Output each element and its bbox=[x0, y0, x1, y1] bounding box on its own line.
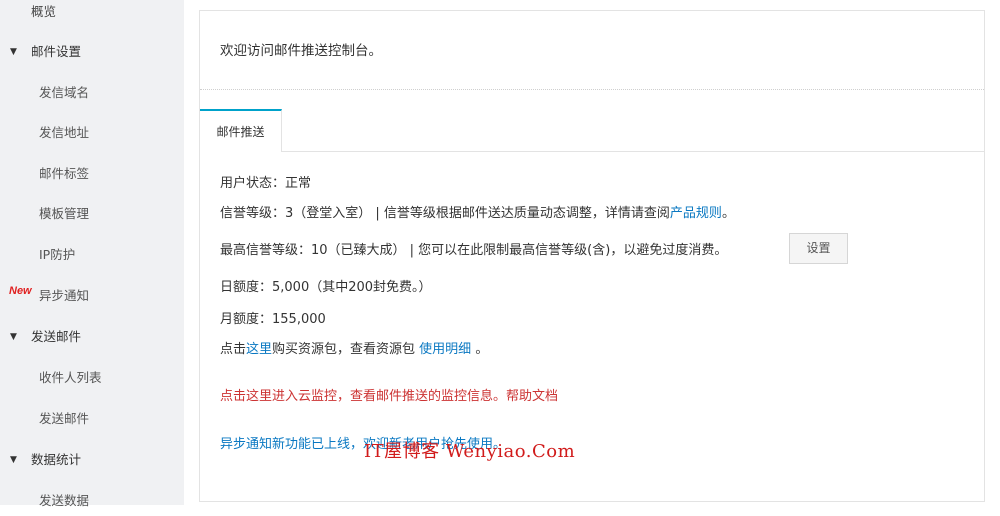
caret-down-icon: ▼ bbox=[10, 332, 17, 342]
max-credit-level: 最高信誉等级：10（已臻大成） | 您可以在此限制最高信誉等级(含)，以避免过度… bbox=[220, 243, 728, 258]
monthly-quota: 月额度：155,000 bbox=[220, 312, 326, 327]
sidebar-item-label: 模板管理 bbox=[39, 206, 90, 221]
sidebar-item-mail-tags[interactable]: 邮件标签 bbox=[0, 159, 184, 189]
usage-detail-link[interactable]: 使用明细 bbox=[419, 342, 471, 357]
credit-level-text: 信誉等级：3（登堂入室） | 信誉等级根据邮件送达质量动态调整，详情请查阅 bbox=[220, 206, 670, 221]
product-rules-link[interactable]: 产品规则 bbox=[670, 206, 722, 221]
tab-active-cover bbox=[200, 150, 281, 152]
sidebar-group-label: 发送邮件 bbox=[31, 329, 82, 344]
sidebar-item-label: 发信域名 bbox=[39, 85, 90, 100]
new-badge: New bbox=[9, 285, 32, 297]
caret-down-icon: ▼ bbox=[10, 47, 17, 57]
main-panel: 欢迎访问邮件推送控制台。 邮件推送 用户状态：正常 信誉等级：3（登堂入室） |… bbox=[199, 10, 985, 502]
sidebar-item-async-notify[interactable]: New 异步通知 bbox=[0, 281, 184, 311]
sidebar-item-label: 发送数据 bbox=[39, 493, 90, 508]
sidebar-item-label: 发信地址 bbox=[39, 125, 90, 140]
sidebar-item-ip-protection[interactable]: IP防护 bbox=[0, 240, 184, 270]
sidebar-group-data-stats[interactable]: ▼ 数据统计 bbox=[0, 445, 184, 475]
caret-down-icon: ▼ bbox=[10, 455, 17, 465]
buy-middle: 购买资源包，查看资源包 bbox=[272, 342, 420, 357]
settings-button[interactable]: 设置 bbox=[789, 233, 848, 264]
watermark: IT屋博客 Wenyiao.Com bbox=[364, 441, 576, 462]
sidebar: 概览 ▼ 邮件设置 发信域名 发信地址 邮件标签 模板管理 IP防护 New 异… bbox=[0, 0, 184, 508]
user-status: 用户状态：正常 bbox=[220, 176, 312, 191]
sidebar-item-label: 发送邮件 bbox=[39, 411, 90, 426]
buy-resource-line: 点击这里购买资源包，查看资源包 使用明细 。 bbox=[220, 338, 488, 357]
sidebar-item-sender-domain[interactable]: 发信域名 bbox=[0, 78, 184, 108]
buy-prefix: 点击 bbox=[220, 342, 247, 357]
sidebar-item-send-mail[interactable]: 发送邮件 bbox=[0, 404, 184, 434]
tab-bar: 邮件推送 bbox=[200, 109, 984, 152]
sidebar-group-mail-settings[interactable]: ▼ 邮件设置 bbox=[0, 37, 184, 67]
cloud-monitor-link[interactable]: 点击这里进入云监控，查看邮件推送的监控信息。帮助文档 bbox=[220, 385, 558, 404]
sidebar-item-label: 邮件标签 bbox=[39, 166, 90, 181]
welcome-text: 欢迎访问邮件推送控制台。 bbox=[220, 43, 382, 59]
sidebar-item-label: 概览 bbox=[31, 4, 57, 19]
divider bbox=[200, 89, 984, 90]
sidebar-item-template-management[interactable]: 模板管理 bbox=[0, 199, 184, 229]
sidebar-item-label: 异步通知 bbox=[39, 288, 90, 303]
daily-quota: 日额度：5,000（其中200封免费。） bbox=[220, 280, 432, 295]
sidebar-item-label: IP防护 bbox=[39, 247, 76, 262]
sidebar-item-sender-address[interactable]: 发信地址 bbox=[0, 118, 184, 148]
sidebar-group-send-mail[interactable]: ▼ 发送邮件 bbox=[0, 322, 184, 352]
sidebar-group-label: 邮件设置 bbox=[31, 44, 82, 59]
tab-mail-push[interactable]: 邮件推送 bbox=[200, 109, 282, 151]
credit-level: 信誉等级：3（登堂入室） | 信誉等级根据邮件送达质量动态调整，详情请查阅产品规… bbox=[220, 202, 735, 221]
buy-here-link[interactable]: 这里 bbox=[246, 342, 272, 357]
sidebar-group-label: 数据统计 bbox=[31, 452, 82, 467]
sidebar-item-overview[interactable]: 概览 bbox=[0, 0, 184, 27]
buy-end: 。 bbox=[471, 342, 489, 357]
sidebar-item-label: 收件人列表 bbox=[39, 370, 102, 385]
credit-level-end: 。 bbox=[721, 206, 735, 221]
sidebar-item-recipient-list[interactable]: 收件人列表 bbox=[0, 363, 184, 393]
sidebar-item-send-data[interactable]: 发送数据 bbox=[0, 486, 184, 516]
